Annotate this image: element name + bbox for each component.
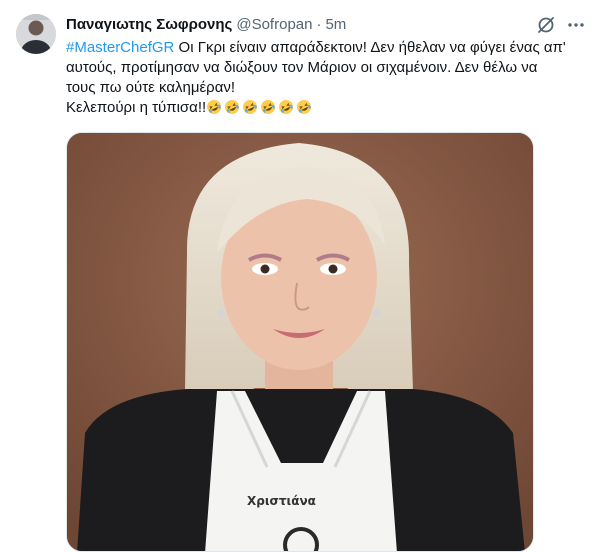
tweet-text-line-2: αυτούς, προτίμησαν να διώξουν τον Μάριον…: [66, 59, 538, 76]
tweet-text-line-4-body: Κελεπούρι η τύπισα!!: [66, 99, 207, 116]
more-options-icon[interactable]: [566, 15, 586, 35]
rolling-on-floor-laughing-icon: [225, 100, 240, 114]
grok-icon[interactable]: [536, 15, 556, 35]
tweet-text-line-1: #MasterChefGR Οι Γκρι είναιν απαράδεκτοι…: [66, 38, 586, 58]
tweet-photo[interactable]: Χριστιάνα: [66, 132, 534, 552]
tweet-text-line-1-body: Οι Γκρι είναιν απαράδεκτοιν! Δεν ήθελαν …: [174, 39, 566, 56]
tweet-text-line-4: Κελεπούρι η τύπισα!!: [66, 98, 586, 118]
tweet-text: #MasterChefGR Οι Γκρι είναιν απαράδεκτοι…: [66, 38, 586, 118]
rolling-on-floor-laughing-icon: [261, 100, 276, 114]
rolling-on-floor-laughing-icon: [279, 100, 294, 114]
author-handle[interactable]: @Sofropan: [236, 16, 312, 33]
author-name[interactable]: Παναγιωτης Σωφρονης: [66, 16, 232, 33]
author-avatar[interactable]: [16, 14, 56, 54]
tweet-header: Παναγιωτης Σωφρονης @Sofropan · 5m: [66, 14, 346, 34]
emoji-row: [206, 99, 314, 115]
timestamp[interactable]: 5m: [325, 16, 346, 33]
hashtag-link[interactable]: #MasterChefGR: [66, 39, 174, 56]
apron-name-label: Χριστιάνα: [247, 494, 316, 508]
separator-dot: ·: [316, 15, 322, 33]
rolling-on-floor-laughing-icon: [297, 100, 312, 114]
rolling-on-floor-laughing-icon: [243, 100, 258, 114]
rolling-on-floor-laughing-icon: [207, 100, 222, 114]
tweet[interactable]: Παναγιωτης Σωφρονης @Sofropan · 5m #Mast…: [0, 0, 612, 552]
tweet-text-line-3: τους πω ούτε καλημέραν!: [66, 79, 236, 96]
